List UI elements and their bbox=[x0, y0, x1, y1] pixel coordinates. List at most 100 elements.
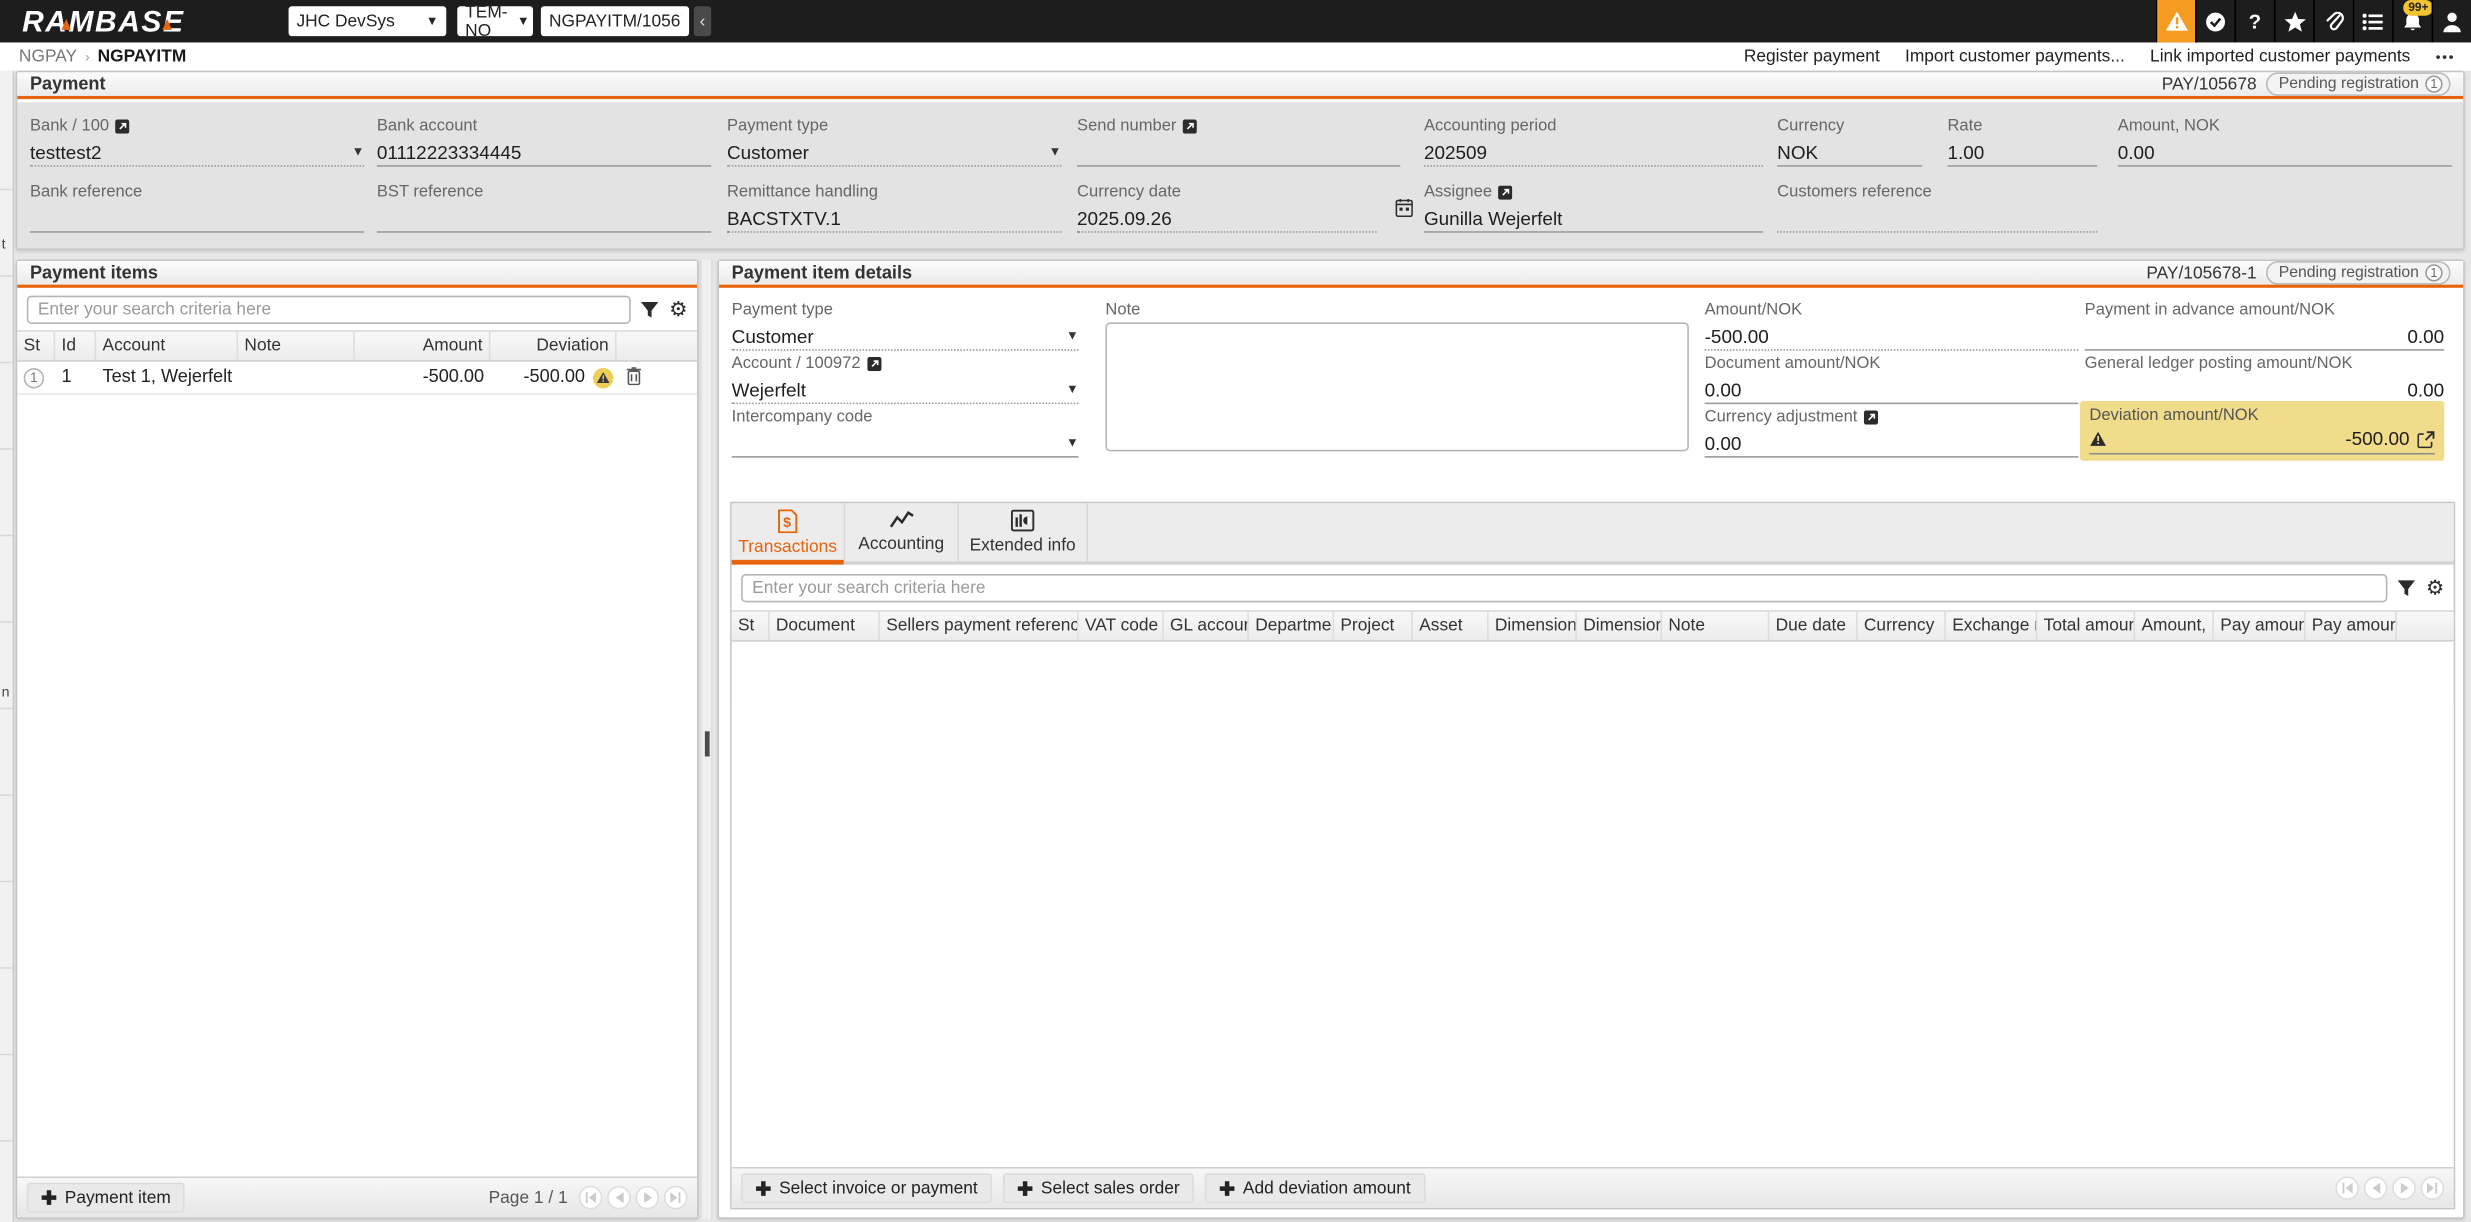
deviation-amount-field[interactable]: Deviation amount/NOK -500.00 bbox=[2080, 401, 2444, 461]
last-page-button[interactable] bbox=[2421, 1176, 2445, 1200]
column-header[interactable]: Dimension 5 ... bbox=[1577, 612, 1662, 640]
link-imported-customer-payments-button[interactable]: Link imported customer payments bbox=[2150, 47, 2410, 66]
column-header[interactable]: Account bbox=[96, 332, 238, 360]
column-header[interactable]: Id bbox=[55, 332, 96, 360]
external-link-icon[interactable] bbox=[2417, 430, 2434, 447]
breadcrumb-parent[interactable]: NGPAY bbox=[19, 47, 77, 66]
column-header[interactable]: Pay amount bbox=[2214, 612, 2305, 640]
column-header[interactable]: Exchange rate bbox=[1946, 612, 2037, 640]
payment-item-row[interactable]: 1 1 Test 1, Wejerfelt -500.00 -500.00 bbox=[17, 362, 697, 395]
detail-payment-type-field[interactable]: Payment type Customer▼ bbox=[732, 300, 1079, 350]
select-invoice-or-payment-button[interactable]: ✚ Select invoice or payment bbox=[741, 1173, 992, 1203]
task-list-button[interactable] bbox=[2353, 0, 2392, 42]
currency-date-field[interactable]: Currency date 2025.09.26 bbox=[1077, 182, 1377, 232]
bank-reference-field[interactable]: Bank reference bbox=[30, 182, 364, 232]
last-page-button[interactable] bbox=[664, 1186, 688, 1210]
trash-icon[interactable] bbox=[626, 366, 642, 385]
filter-icon[interactable] bbox=[641, 300, 660, 319]
column-header[interactable]: Sellers payment reference bbox=[880, 612, 1079, 640]
detail-amount-field[interactable]: Amount/NOK -500.00 bbox=[1705, 300, 2079, 350]
column-header[interactable]: Dimension 4 ... bbox=[1489, 612, 1577, 640]
payment-items-search-input[interactable] bbox=[27, 296, 631, 324]
bank-field[interactable]: Bank / 100 testtest2▼ bbox=[30, 116, 364, 166]
column-header[interactable]: Total amount bbox=[2037, 612, 2135, 640]
customers-reference-field[interactable]: Customers reference bbox=[1777, 182, 2097, 232]
locale-select[interactable]: TEM-NO ▼ bbox=[457, 6, 533, 36]
amount-nok-field[interactable]: Amount, NOK 0.00 bbox=[2118, 116, 2452, 166]
help-button[interactable]: ? bbox=[2234, 0, 2273, 42]
detail-intercompany-field[interactable]: Intercompany code ▼ bbox=[732, 407, 1079, 457]
approval-button[interactable] bbox=[2195, 0, 2234, 42]
detail-currency-adjustment-field[interactable]: Currency adjustment 0.00 bbox=[1705, 407, 2079, 457]
column-header[interactable]: Due date bbox=[1769, 612, 1857, 640]
calendar-icon[interactable] bbox=[1396, 198, 1413, 217]
column-header[interactable]: VAT code bbox=[1079, 612, 1164, 640]
currency-field[interactable]: Currency NOK bbox=[1777, 116, 1922, 166]
payment-status-badge: Pending registration 1 bbox=[2266, 72, 2450, 96]
rambase-logo[interactable]: RAMBASE bbox=[22, 5, 259, 38]
bst-reference-field[interactable]: BST reference bbox=[377, 182, 711, 232]
column-header[interactable]: Department bbox=[1249, 612, 1334, 640]
open-record-icon[interactable] bbox=[1183, 119, 1197, 133]
open-record-icon[interactable] bbox=[1498, 185, 1512, 199]
column-header[interactable]: Note bbox=[1662, 612, 1769, 640]
open-record-icon[interactable] bbox=[867, 356, 881, 370]
send-number-field[interactable]: Send number bbox=[1077, 116, 1400, 166]
note-textarea[interactable] bbox=[1105, 322, 1688, 451]
remittance-handling-field[interactable]: Remittance handling BACSTXTV.1 bbox=[727, 182, 1061, 232]
accounting-period-field[interactable]: Accounting period 202509 bbox=[1424, 116, 1763, 166]
back-button[interactable]: ‹ bbox=[694, 6, 711, 36]
open-record-icon[interactable] bbox=[1864, 410, 1878, 424]
add-payment-item-button[interactable]: ✚ Payment item bbox=[27, 1183, 185, 1213]
document-id-input[interactable] bbox=[541, 6, 689, 36]
detail-account-field[interactable]: Account / 100972 Wejerfelt▼ bbox=[732, 354, 1079, 404]
tab-transactions[interactable]: $ Transactions bbox=[732, 503, 846, 561]
system-select[interactable]: JHC DevSys ▼ bbox=[289, 6, 447, 36]
first-page-button[interactable] bbox=[2335, 1176, 2359, 1200]
prev-page-button[interactable] bbox=[607, 1186, 631, 1210]
column-header[interactable]: Project bbox=[1334, 612, 1413, 640]
attachments-button[interactable] bbox=[2313, 0, 2352, 42]
more-actions-button[interactable]: ••• bbox=[2436, 49, 2456, 65]
panel-splitter[interactable] bbox=[700, 259, 713, 1218]
rate-field[interactable]: Rate 1.00 bbox=[1947, 116, 2097, 166]
left-rail[interactable]: t n bbox=[0, 71, 14, 1222]
next-page-button[interactable] bbox=[2392, 1176, 2416, 1200]
gear-icon[interactable]: ⚙ bbox=[669, 297, 687, 322]
column-header[interactable]: Note bbox=[238, 332, 355, 360]
add-deviation-amount-button[interactable]: ✚ Add deviation amount bbox=[1205, 1173, 1425, 1203]
user-button[interactable] bbox=[2432, 0, 2471, 42]
register-payment-button[interactable]: Register payment bbox=[1744, 47, 1880, 66]
transactions-search-input[interactable] bbox=[741, 574, 2388, 602]
filter-icon[interactable] bbox=[2397, 579, 2416, 598]
column-header[interactable]: Currency bbox=[1858, 612, 1946, 640]
tab-extended-info[interactable]: Extended info bbox=[959, 503, 1088, 561]
detail-gl-posting-field[interactable]: General ledger posting amount/NOK 0.00 bbox=[2085, 354, 2445, 404]
payment-type-field[interactable]: Payment type Customer▼ bbox=[727, 116, 1061, 166]
detail-payment-in-advance-field[interactable]: Payment in advance amount/NOK 0.00 bbox=[2085, 300, 2445, 350]
select-sales-order-button[interactable]: ✚ Select sales order bbox=[1003, 1173, 1194, 1203]
favorites-button[interactable] bbox=[2274, 0, 2313, 42]
column-header[interactable]: Amount bbox=[355, 332, 491, 360]
tab-accounting[interactable]: Accounting bbox=[845, 503, 959, 561]
column-header[interactable]: Pay amount, bbox=[2305, 612, 2396, 640]
detail-document-amount-field[interactable]: Document amount/NOK 0.00 bbox=[1705, 354, 2079, 404]
column-header[interactable]: GL account bbox=[1164, 612, 1249, 640]
assignee-field[interactable]: Assignee Gunilla Wejerfelt bbox=[1424, 182, 1763, 232]
column-header[interactable]: Document bbox=[770, 612, 880, 640]
import-customer-payments-button[interactable]: Import customer payments... bbox=[1905, 47, 2125, 66]
notifications-button[interactable]: 99+ bbox=[2392, 0, 2431, 42]
column-header[interactable]: St bbox=[732, 612, 770, 640]
bank-account-field[interactable]: Bank account 01112223334445 bbox=[377, 116, 711, 166]
open-record-icon[interactable] bbox=[115, 119, 129, 133]
column-header[interactable]: Amount, bbox=[2135, 612, 2214, 640]
deviation-warning-icon[interactable] bbox=[593, 367, 613, 387]
next-page-button[interactable] bbox=[635, 1186, 659, 1210]
column-header[interactable]: St bbox=[17, 332, 55, 360]
gear-icon[interactable]: ⚙ bbox=[2426, 576, 2444, 601]
warnings-button[interactable] bbox=[2156, 0, 2195, 42]
first-page-button[interactable] bbox=[579, 1186, 603, 1210]
column-header[interactable]: Deviation bbox=[490, 332, 616, 360]
column-header[interactable]: Asset bbox=[1413, 612, 1489, 640]
prev-page-button[interactable] bbox=[2364, 1176, 2388, 1200]
